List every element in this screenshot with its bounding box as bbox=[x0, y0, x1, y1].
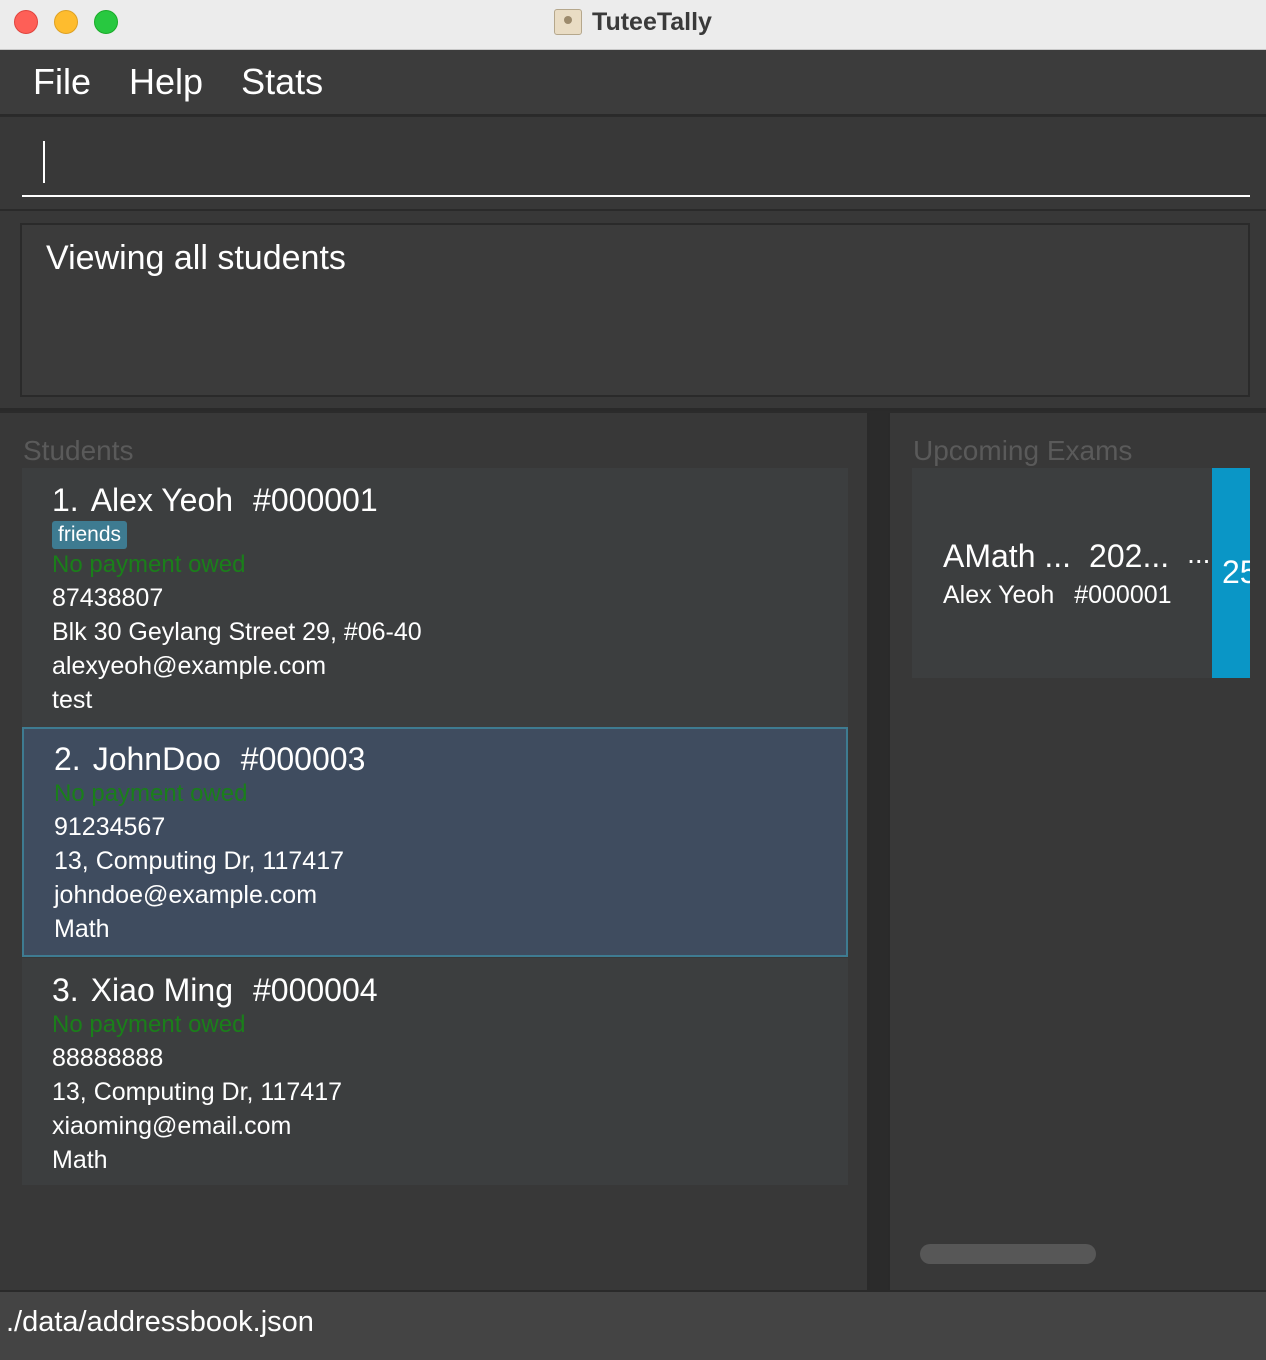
student-subject: test bbox=[52, 686, 93, 714]
student-phone: 88888888 bbox=[52, 1044, 164, 1072]
student-id: #000003 bbox=[240, 741, 366, 777]
student-card-header: 3. Xiao Ming #000004 bbox=[52, 972, 818, 1009]
exam-countdown-value: 25 bbox=[1222, 554, 1250, 590]
data-file-path: ./data/addressbook.json bbox=[6, 1306, 314, 1338]
upcoming-exams-panel: Upcoming Exams AMath ... 202... ... Alex… bbox=[888, 413, 1266, 1290]
menu-help[interactable]: Help bbox=[110, 61, 222, 103]
student-card-header: 2. JohnDoo #000003 bbox=[54, 741, 816, 778]
students-panel: Students 1. Alex Yeoh #000001 friends No… bbox=[0, 413, 870, 1290]
student-address: 13, Computing Dr, 117417 bbox=[54, 847, 345, 875]
student-subject: Math bbox=[52, 1146, 108, 1174]
student-card-header: 1. Alex Yeoh #000001 bbox=[52, 482, 818, 519]
student-name: Xiao Ming bbox=[90, 972, 233, 1008]
student-tag: friends bbox=[52, 521, 128, 549]
student-phone: 87438807 bbox=[52, 584, 164, 612]
student-name: JohnDoo bbox=[92, 741, 221, 777]
exam-student-row: Alex Yeoh #000001 bbox=[943, 581, 1212, 610]
command-box-area bbox=[0, 117, 1266, 211]
status-bar: ./data/addressbook.json bbox=[0, 1290, 1266, 1360]
student-phone: 91234567 bbox=[54, 813, 166, 841]
exam-student-id: #000001 bbox=[1074, 581, 1172, 609]
student-name: Alex Yeoh bbox=[90, 482, 234, 518]
window-title: TuteeTally bbox=[592, 7, 712, 36]
student-card[interactable]: 1. Alex Yeoh #000001 friends No payment … bbox=[22, 468, 848, 728]
student-payment-status: No payment owed bbox=[52, 1011, 246, 1038]
student-card[interactable]: 3. Xiao Ming #000004 No payment owed 888… bbox=[22, 958, 848, 1185]
students-heading: Students bbox=[23, 435, 134, 466]
exam-card[interactable]: AMath ... 202... ... Alex Yeoh #000001 bbox=[912, 468, 1212, 678]
student-index: 1. bbox=[52, 482, 79, 518]
result-display: Viewing all students bbox=[20, 223, 1250, 397]
student-payment-status: No payment owed bbox=[52, 551, 246, 578]
title-bar: TuteeTally bbox=[0, 0, 1266, 50]
contacts-app-icon bbox=[554, 9, 583, 35]
student-card-selected[interactable]: 2. JohnDoo #000003 No payment owed 91234… bbox=[22, 727, 848, 957]
window-title-group: TuteeTally bbox=[0, 0, 1266, 44]
text-cursor bbox=[43, 141, 45, 183]
student-email: alexyeoh@example.com bbox=[52, 652, 327, 680]
exam-date: 202... bbox=[1089, 538, 1170, 574]
student-address: 13, Computing Dr, 117417 bbox=[52, 1078, 343, 1106]
exam-student-name: Alex Yeoh bbox=[943, 581, 1055, 609]
exam-countdown-badge: 25 bbox=[1212, 468, 1250, 678]
exam-card-header: AMath ... 202... ... bbox=[943, 538, 1212, 575]
menu-file[interactable]: File bbox=[14, 61, 110, 103]
student-id: #000004 bbox=[252, 972, 378, 1008]
menu-stats[interactable]: Stats bbox=[222, 61, 342, 103]
result-display-area: Viewing all students bbox=[0, 211, 1266, 411]
student-id: #000001 bbox=[253, 482, 378, 518]
student-email: johndoe@example.com bbox=[54, 881, 318, 909]
student-address: Blk 30 Geylang Street 29, #06-40 bbox=[52, 618, 422, 646]
exam-name: AMath ... bbox=[943, 538, 1072, 574]
student-index: 2. bbox=[54, 741, 81, 777]
student-payment-status: No payment owed bbox=[54, 780, 248, 807]
student-subject: Math bbox=[54, 915, 110, 943]
exams-heading: Upcoming Exams bbox=[913, 435, 1133, 466]
student-email: xiaoming@email.com bbox=[52, 1112, 292, 1140]
menu-bar: File Help Stats bbox=[0, 50, 1266, 116]
horizontal-scrollbar[interactable] bbox=[920, 1244, 1096, 1264]
command-input[interactable] bbox=[22, 135, 1250, 197]
exam-more-ellipsis: ... bbox=[1187, 538, 1211, 569]
student-index: 3. bbox=[52, 972, 79, 1008]
